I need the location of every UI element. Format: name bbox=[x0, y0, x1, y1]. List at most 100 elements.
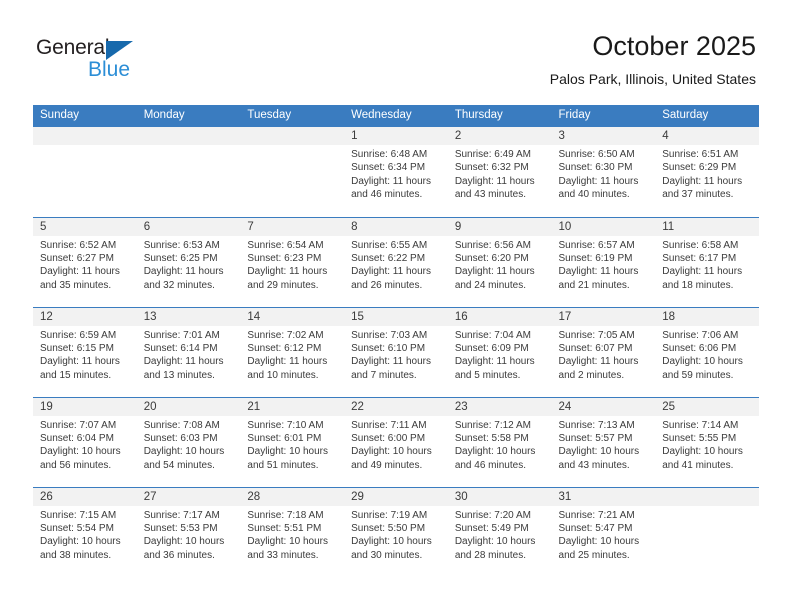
day-number: 30 bbox=[447, 487, 552, 506]
day-number: 3 bbox=[551, 127, 656, 145]
calendar-day-cell[interactable]: 19 Sunrise: 7:07 AM Sunset: 6:04 PM Dayligh… bbox=[33, 396, 137, 487]
daylight-text: Daylight: 11 hours and 35 minutes. bbox=[40, 266, 120, 291]
calendar-day-cell[interactable]: 28 Sunrise: 7:18 AM Sunset: 5:51 PM Dayligh… bbox=[240, 486, 345, 577]
calendar-day-cell[interactable]: 25 Sunrise: 7:14 AM Sunset: 5:55 PM Dayligh… bbox=[655, 396, 759, 487]
day-number: 19 bbox=[33, 397, 137, 416]
sunset-text: Sunset: 6:12 PM bbox=[247, 342, 322, 354]
day-number: 22 bbox=[344, 397, 448, 416]
calendar-day-cell[interactable]: 18 Sunrise: 7:06 AM Sunset: 6:06 PM Dayligh… bbox=[655, 306, 759, 397]
daylight-text: Daylight: 10 hours and 46 minutes. bbox=[454, 446, 536, 471]
calendar-day-cell[interactable]: 16 Sunrise: 7:04 AM Sunset: 6:09 PM Dayligh… bbox=[447, 306, 552, 397]
day-number: 16 bbox=[447, 307, 552, 326]
sunset-text: Sunset: 6:29 PM bbox=[662, 162, 737, 174]
day-number: 14 bbox=[240, 307, 345, 326]
calendar-day-cell[interactable]: 30 Sunrise: 7:20 AM Sunset: 5:49 PM Dayligh… bbox=[447, 486, 552, 577]
day-number: 13 bbox=[136, 307, 241, 326]
dow-header-friday: Friday bbox=[551, 105, 656, 127]
day-number: 28 bbox=[240, 487, 345, 506]
sunset-text: Sunset: 5:50 PM bbox=[351, 522, 426, 534]
calendar-page: General Blue October 2025 Palos Park, Il… bbox=[0, 0, 792, 612]
sunset-text: Sunset: 6:04 PM bbox=[40, 432, 114, 444]
calendar-day-cell[interactable]: 13 Sunrise: 7:01 AM Sunset: 6:14 PM Dayligh… bbox=[136, 306, 241, 397]
sunset-text: Sunset: 6:14 PM bbox=[143, 342, 218, 354]
sunrise-text: Sunrise: 7:05 AM bbox=[558, 329, 635, 341]
logo-text-general: General bbox=[36, 36, 110, 59]
sunrise-text: Sunrise: 7:15 AM bbox=[40, 509, 117, 521]
dow-header-thursday: Thursday bbox=[447, 105, 552, 127]
day-number bbox=[136, 127, 241, 145]
calendar-day-cell-empty bbox=[240, 127, 345, 217]
calendar-day-cell[interactable]: 20 Sunrise: 7:08 AM Sunset: 6:03 PM Dayligh… bbox=[136, 396, 241, 487]
sunset-text: Sunset: 5:55 PM bbox=[662, 432, 737, 444]
day-number bbox=[240, 127, 345, 145]
day-detail: Sunrise: 7:04 AM Sunset: 6:09 PM Daylight:… bbox=[448, 326, 552, 383]
calendar-day-cell[interactable]: 27 Sunrise: 7:17 AM Sunset: 5:53 PM Dayligh… bbox=[136, 486, 241, 577]
calendar-day-cell-empty bbox=[33, 127, 137, 217]
calendar-day-cell[interactable]: 3 Sunrise: 6:50 AM Sunset: 6:30 PM Daylight… bbox=[551, 127, 656, 217]
dow-header-sunday: Sunday bbox=[33, 105, 137, 127]
day-number: 20 bbox=[136, 397, 241, 416]
day-number: 21 bbox=[240, 397, 345, 416]
calendar-day-cell[interactable]: 11 Sunrise: 6:58 AM Sunset: 6:17 PM Dayligh… bbox=[655, 216, 759, 307]
calendar-day-cell[interactable]: 4 Sunrise: 6:51 AM Sunset: 6:29 PM Daylight… bbox=[655, 127, 759, 217]
sunrise-text: Sunrise: 7:19 AM bbox=[351, 509, 428, 521]
sunset-text: Sunset: 6:34 PM bbox=[351, 162, 426, 174]
day-detail: Sunrise: 7:10 AM Sunset: 6:01 PM Daylight:… bbox=[240, 416, 344, 473]
daylight-text: Daylight: 11 hours and 10 minutes. bbox=[247, 356, 328, 381]
general-blue-logo[interactable]: General Blue bbox=[36, 36, 216, 86]
day-number: 26 bbox=[33, 487, 137, 506]
sunrise-text: Sunrise: 7:06 AM bbox=[662, 329, 739, 341]
calendar-day-cell[interactable]: 15 Sunrise: 7:03 AM Sunset: 6:10 PM Dayligh… bbox=[344, 306, 448, 397]
calendar-day-cell[interactable]: 26 Sunrise: 7:15 AM Sunset: 5:54 PM Dayligh… bbox=[33, 486, 137, 577]
day-detail: Sunrise: 7:08 AM Sunset: 6:03 PM Daylight:… bbox=[137, 416, 241, 473]
day-number: 31 bbox=[551, 487, 656, 506]
day-number: 2 bbox=[447, 127, 552, 145]
day-number: 9 bbox=[447, 217, 552, 236]
calendar-day-cell[interactable]: 17 Sunrise: 7:05 AM Sunset: 6:07 PM Dayligh… bbox=[551, 306, 656, 397]
sunrise-text: Sunrise: 7:04 AM bbox=[454, 329, 531, 341]
sunrise-text: Sunrise: 6:55 AM bbox=[351, 239, 428, 251]
day-detail: Sunrise: 7:19 AM Sunset: 5:50 PM Daylight:… bbox=[344, 506, 448, 563]
calendar-day-cell[interactable]: 5 Sunrise: 6:52 AM Sunset: 6:27 PM Daylight… bbox=[33, 216, 137, 307]
sunrise-text: Sunrise: 7:11 AM bbox=[351, 419, 427, 431]
sunset-text: Sunset: 5:47 PM bbox=[558, 522, 633, 534]
day-detail: Sunrise: 6:49 AM Sunset: 6:32 PM Daylight:… bbox=[448, 145, 552, 202]
day-detail: Sunrise: 6:50 AM Sunset: 6:30 PM Daylight:… bbox=[552, 145, 656, 202]
calendar-day-cell[interactable]: 21 Sunrise: 7:10 AM Sunset: 6:01 PM Dayligh… bbox=[240, 396, 345, 487]
day-number: 11 bbox=[655, 217, 759, 236]
sunset-text: Sunset: 6:06 PM bbox=[662, 342, 737, 354]
day-detail: Sunrise: 7:13 AM Sunset: 5:57 PM Daylight:… bbox=[552, 416, 656, 473]
calendar-day-cell[interactable]: 10 Sunrise: 6:57 AM Sunset: 6:19 PM Dayligh… bbox=[551, 216, 656, 307]
calendar-day-cell[interactable]: 14 Sunrise: 7:02 AM Sunset: 6:12 PM Dayligh… bbox=[240, 306, 345, 397]
sunset-text: Sunset: 6:32 PM bbox=[454, 162, 529, 174]
sunrise-text: Sunrise: 7:14 AM bbox=[662, 419, 739, 431]
calendar-week-row: 19 Sunrise: 7:07 AM Sunset: 6:04 PM Dayligh… bbox=[33, 396, 759, 487]
calendar-day-cell[interactable]: 9 Sunrise: 6:56 AM Sunset: 6:20 PM Daylight… bbox=[447, 216, 552, 307]
calendar-day-cell[interactable]: 29 Sunrise: 7:19 AM Sunset: 5:50 PM Dayligh… bbox=[344, 486, 448, 577]
logo-text-blue: Blue bbox=[88, 58, 131, 81]
sunset-text: Sunset: 5:49 PM bbox=[454, 522, 529, 534]
page-header: General Blue October 2025 Palos Park, Il… bbox=[0, 0, 792, 100]
calendar-day-cell[interactable]: 24 Sunrise: 7:13 AM Sunset: 5:57 PM Dayligh… bbox=[551, 396, 656, 487]
calendar-day-cell[interactable]: 1 Sunrise: 6:48 AM Sunset: 6:34 PM Daylight… bbox=[344, 127, 448, 217]
sunrise-text: Sunrise: 7:01 AM bbox=[143, 329, 220, 341]
calendar-day-cell[interactable]: 8 Sunrise: 6:55 AM Sunset: 6:22 PM Daylight… bbox=[344, 216, 448, 307]
day-number: 15 bbox=[344, 307, 448, 326]
daylight-text: Daylight: 10 hours and 59 minutes. bbox=[662, 356, 743, 381]
calendar-day-cell[interactable]: 7 Sunrise: 6:54 AM Sunset: 6:23 PM Daylight… bbox=[240, 216, 345, 307]
calendar-day-cell[interactable]: 31 Sunrise: 7:21 AM Sunset: 5:47 PM Dayligh… bbox=[551, 486, 656, 577]
day-detail: Sunrise: 7:01 AM Sunset: 6:14 PM Daylight:… bbox=[137, 326, 241, 383]
daylight-text: Daylight: 11 hours and 37 minutes. bbox=[662, 175, 743, 201]
day-number: 1 bbox=[344, 127, 448, 145]
calendar-day-cell[interactable]: 2 Sunrise: 6:49 AM Sunset: 6:32 PM Daylight… bbox=[447, 127, 552, 217]
calendar-day-cell[interactable]: 23 Sunrise: 7:12 AM Sunset: 5:58 PM Dayligh… bbox=[447, 396, 552, 487]
sunrise-text: Sunrise: 7:13 AM bbox=[558, 419, 635, 431]
daylight-text: Daylight: 11 hours and 2 minutes. bbox=[558, 356, 639, 381]
sunset-text: Sunset: 6:07 PM bbox=[558, 342, 633, 354]
sunrise-text: Sunrise: 6:52 AM bbox=[40, 239, 117, 251]
calendar-day-cell[interactable]: 22 Sunrise: 7:11 AM Sunset: 6:00 PM Dayligh… bbox=[344, 396, 448, 487]
daylight-text: Daylight: 10 hours and 28 minutes. bbox=[454, 536, 536, 561]
calendar-day-cell[interactable]: 12 Sunrise: 6:59 AM Sunset: 6:15 PM Dayligh… bbox=[33, 306, 137, 397]
calendar-day-cell-empty bbox=[655, 486, 759, 577]
calendar-day-cell[interactable]: 6 Sunrise: 6:53 AM Sunset: 6:25 PM Daylight… bbox=[136, 216, 241, 307]
